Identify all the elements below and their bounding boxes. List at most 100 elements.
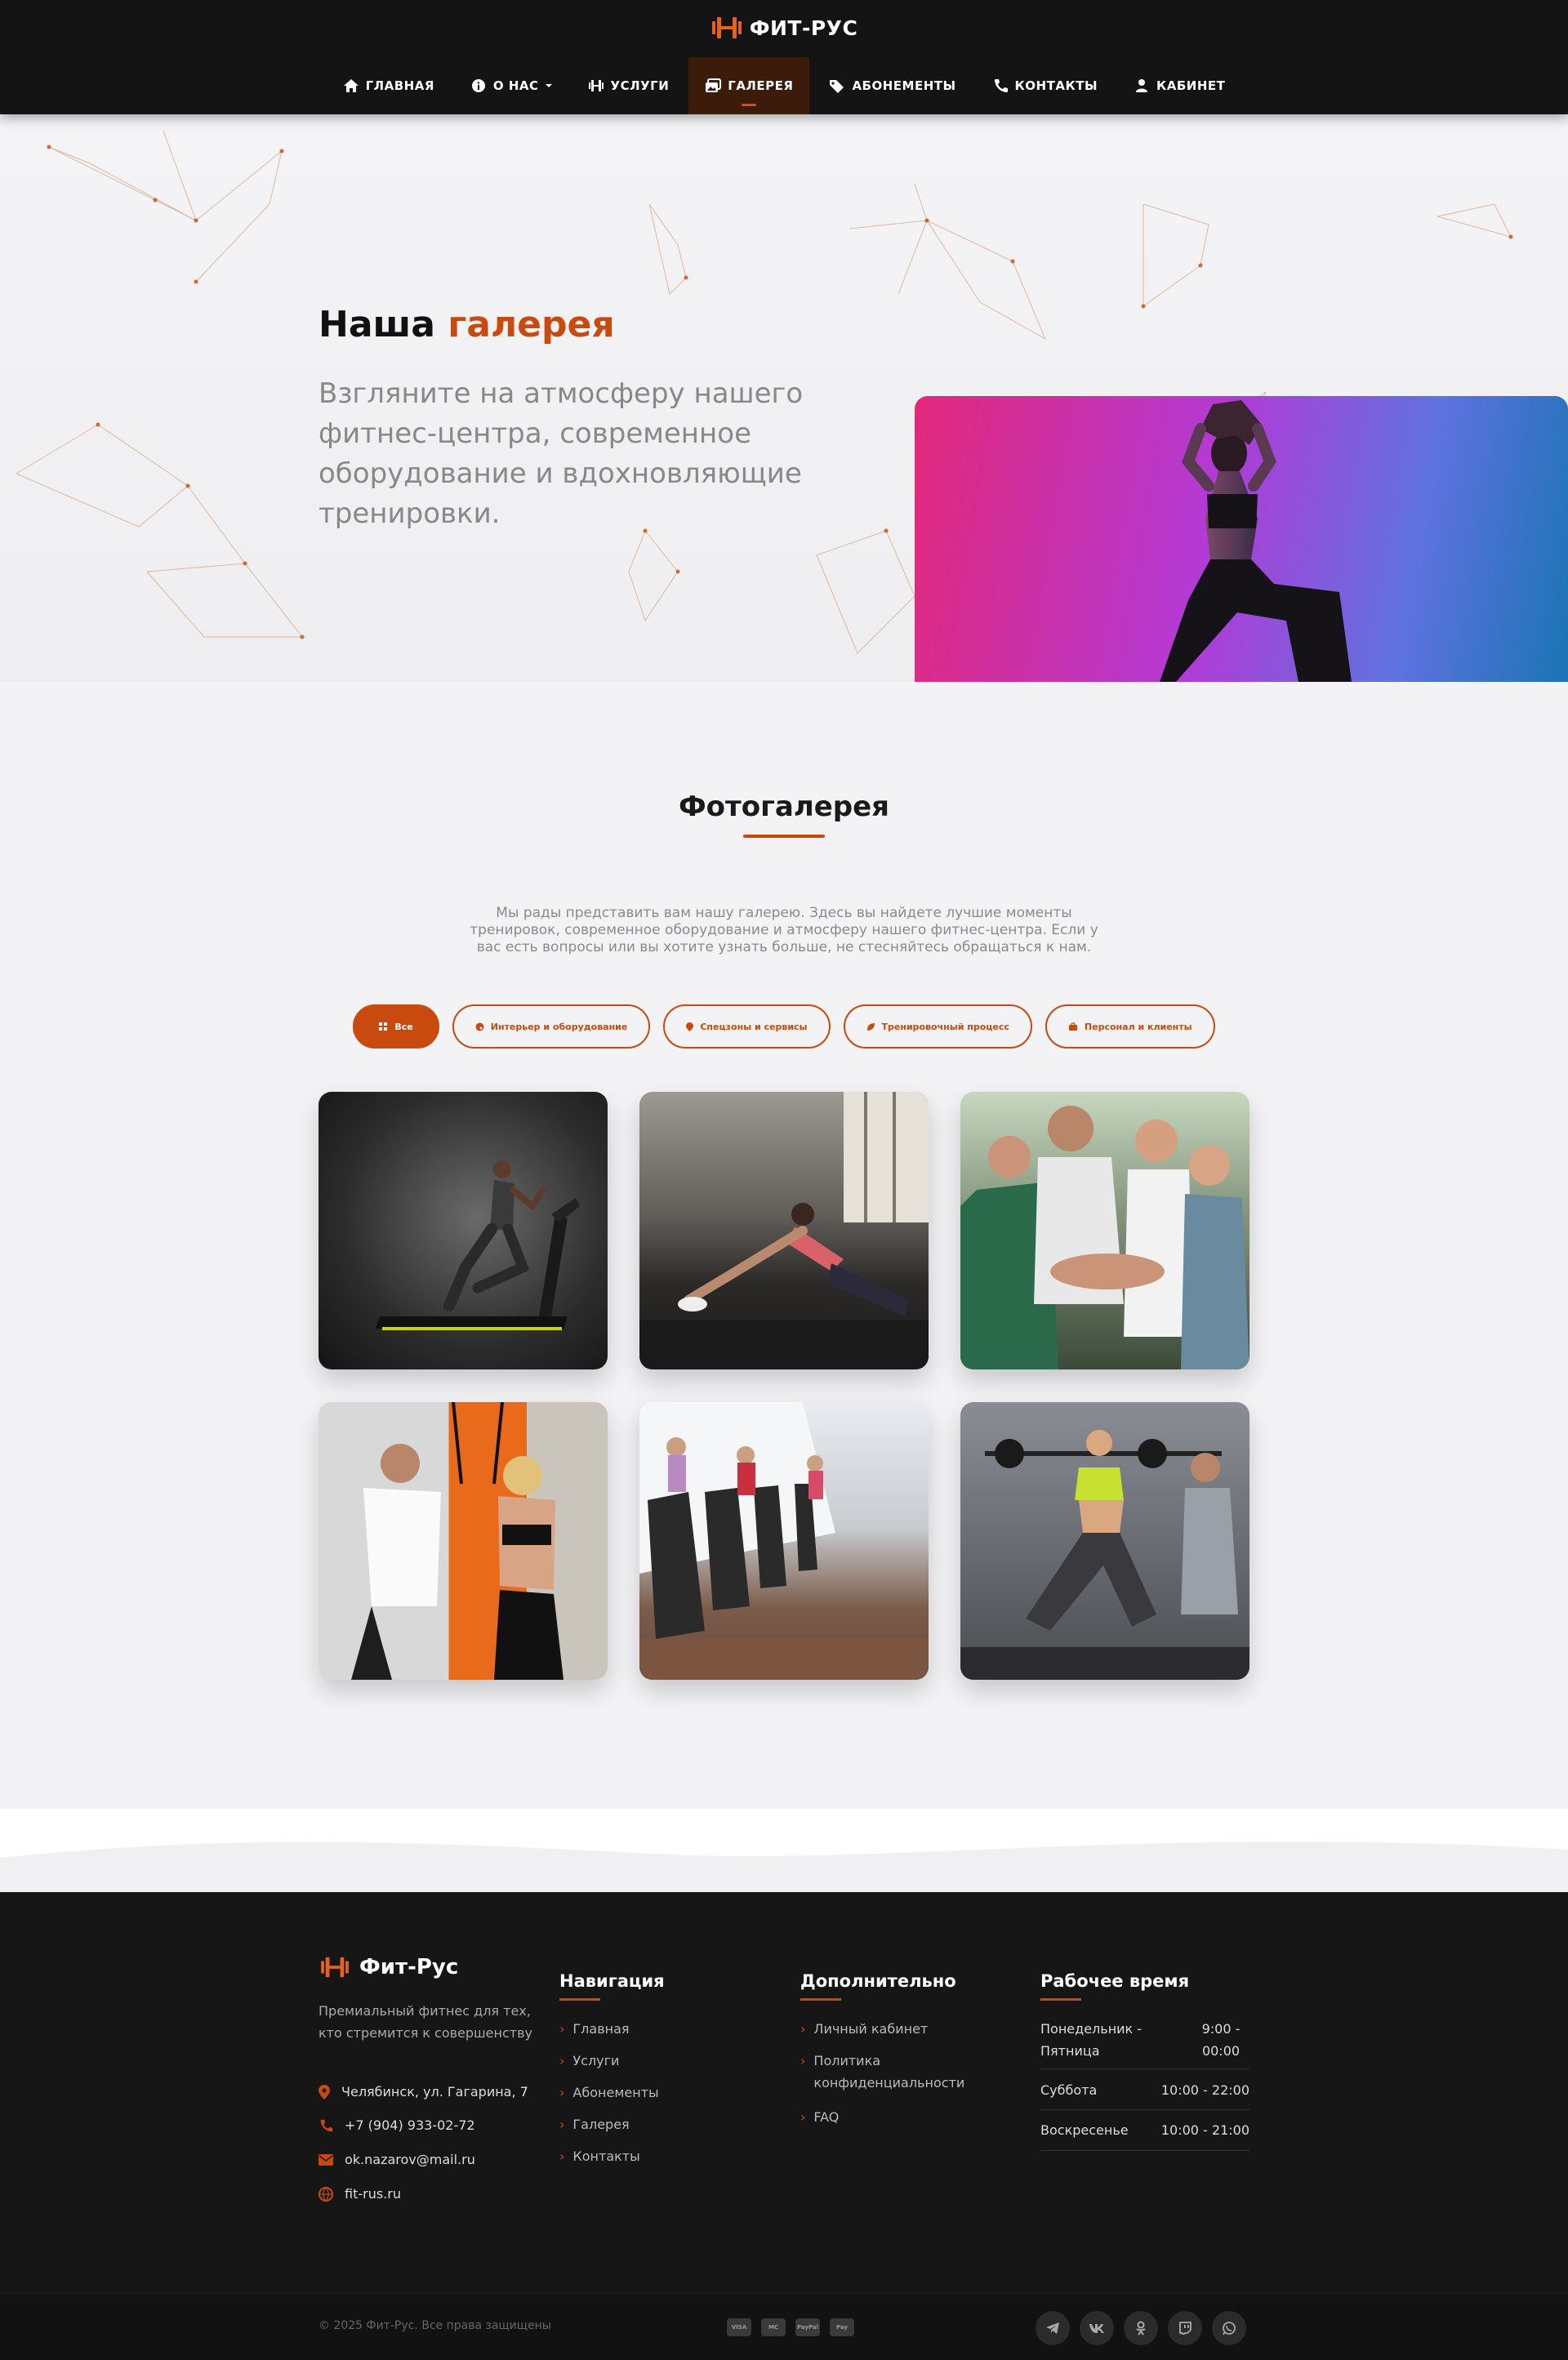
gallery-filters: Все Интерьер и оборудование Спецзоны и с… <box>0 1004 1568 1049</box>
hero-photo <box>915 396 1568 682</box>
filter-interior[interactable]: Интерьер и оборудование <box>452 1004 651 1049</box>
link-label: Контакты <box>572 2148 640 2164</box>
nav-item-services[interactable]: УСЛУГИ <box>572 57 686 114</box>
title-underline <box>743 835 825 838</box>
nav-item-account[interactable]: КАБИНЕТ <box>1117 57 1241 114</box>
contact-text: +7 (904) 933-02-72 <box>345 2117 475 2133</box>
gallery-photo[interactable] <box>639 1402 929 1680</box>
contact-text: Челябинск, ул. Гагарина, 7 <box>341 2084 528 2100</box>
filter-training[interactable]: Тренировочный процесс <box>843 1004 1032 1049</box>
hours-row: Суббота 10:00 - 22:00 <box>1040 2079 1250 2101</box>
grid-icon <box>379 1022 388 1031</box>
divider <box>1040 2068 1250 2069</box>
heading-underline <box>1040 1998 1081 2001</box>
images-icon <box>706 78 722 92</box>
footer-tagline: Премиальный фитнес для тех, кто стремитс… <box>318 2003 532 2041</box>
palette-icon <box>475 1022 484 1031</box>
footer-link[interactable]: › Услуги <box>559 2050 619 2072</box>
gallery-photo[interactable] <box>960 1092 1250 1369</box>
footer-link[interactable]: › Главная <box>559 2018 630 2040</box>
chevron-right-icon: › <box>559 2148 565 2164</box>
gallery-photo[interactable] <box>960 1402 1250 1680</box>
caret-down-icon <box>545 84 552 87</box>
site-footer: Фит-Рус Премиальный фитнес для тех, кто … <box>0 1892 1568 2360</box>
footer-link[interactable]: › Личный кабинет <box>800 2018 928 2040</box>
page-title: Наша галерея <box>318 304 615 345</box>
hero-subtitle: Взгляните на атмосферу нашего фитнес-цен… <box>318 377 804 530</box>
odnoklassniki-icon <box>1136 2321 1146 2336</box>
footer-hours-title: Рабочее время <box>1040 1971 1190 1991</box>
filter-staff-clients[interactable]: Персонал и клиенты <box>1045 1004 1215 1049</box>
telegram-link[interactable] <box>1036 2311 1070 2345</box>
nav-item-about[interactable]: О НАС <box>454 57 568 114</box>
heading-underline <box>800 1998 841 2001</box>
nav-label: ГЛАВНАЯ <box>365 78 434 93</box>
filter-special-zones[interactable]: Спецзоны и сервисы <box>663 1004 831 1049</box>
gallery-photo[interactable] <box>318 1092 608 1369</box>
contact-text: fit-rus.ru <box>345 2186 401 2202</box>
nav-item-gallery[interactable]: ГАЛЕРЕЯ <box>688 57 810 114</box>
site-logo[interactable]: ФИТ-РУС <box>0 11 1568 44</box>
envelope-icon <box>318 2153 333 2166</box>
hours-day: Суббота <box>1040 2082 1098 2098</box>
whatsapp-link[interactable] <box>1212 2311 1246 2345</box>
twitch-icon <box>1179 2322 1192 2335</box>
nav-item-contacts[interactable]: КОНТАКТЫ <box>976 57 1114 114</box>
odnoklassniki-link[interactable] <box>1124 2311 1158 2345</box>
filter-label: Персонал и клиенты <box>1084 1021 1192 1032</box>
people-icon <box>1068 1022 1077 1031</box>
contact-phone[interactable]: +7 (904) 933-02-72 <box>318 2117 475 2133</box>
hero-section: Наша галерея Взгляните на атмосферу наше… <box>0 114 1568 682</box>
dumbbell-icon <box>711 17 742 38</box>
contact-address: Челябинск, ул. Гагарина, 7 <box>318 2084 528 2100</box>
chevron-right-icon: › <box>559 2117 565 2132</box>
globe-icon <box>318 2186 333 2202</box>
trx-training-illustration <box>351 1402 564 1680</box>
whatsapp-icon <box>1223 2322 1236 2336</box>
nav-item-home[interactable]: ГЛАВНАЯ <box>327 57 451 114</box>
treadmill-runner-illustration <box>376 1160 580 1330</box>
twitch-link[interactable] <box>1168 2311 1202 2345</box>
title-accent: галерея <box>448 304 615 345</box>
nav-label: О НАС <box>492 78 539 93</box>
gallery-photo[interactable] <box>318 1402 608 1680</box>
wave-decoration <box>0 1841 1568 1892</box>
footer-link[interactable]: › Контакты <box>559 2145 640 2167</box>
hours-time: 10:00 - 21:00 <box>1160 2122 1250 2138</box>
gallery-photo[interactable] <box>639 1092 929 1369</box>
filter-label: Интерьер и оборудование <box>490 1021 628 1032</box>
leaf-icon <box>866 1022 875 1031</box>
hours-time: 9:00 - 00:00 <box>1201 2021 1241 2059</box>
footer-link[interactable]: › Абонементы <box>559 2082 659 2104</box>
stretching-woman-illustration <box>639 1092 929 1369</box>
footer-link[interactable]: › FAQ <box>800 2106 839 2128</box>
vk-link[interactable] <box>1080 2311 1114 2345</box>
filter-label: Все <box>394 1021 413 1032</box>
nav-item-subscriptions[interactable]: АБОНЕМЕНТЫ <box>813 57 972 114</box>
footer-logo[interactable]: Фит-Рус <box>318 1955 458 1979</box>
link-label: Главная <box>572 2021 630 2037</box>
contact-website[interactable]: fit-rus.ru <box>318 2186 401 2202</box>
filter-label: Спецзоны и сервисы <box>700 1021 808 1032</box>
group-hands-illustration <box>960 1106 1250 1369</box>
home-icon <box>343 79 359 92</box>
pin-icon <box>686 1022 694 1031</box>
gallery-description: Мы рады представить вам нашу галерею. Зд… <box>470 905 1098 955</box>
telegram-icon <box>1046 2322 1059 2334</box>
hours-day: Воскресенье <box>1040 2122 1129 2138</box>
apple-pay-icon: Pay <box>830 2318 854 2336</box>
footer-link[interactable]: › Политика конфиденциальности <box>800 2050 980 2094</box>
contact-email[interactable]: ok.nazarov@mail.ru <box>318 2152 475 2167</box>
tags-icon <box>830 80 844 93</box>
nav-label: ГАЛЕРЕЯ <box>728 78 794 93</box>
footer-link[interactable]: › Галерея <box>559 2113 630 2135</box>
divider <box>1040 2150 1250 2151</box>
filter-all[interactable]: Все <box>353 1004 439 1049</box>
nav-label: АБОНЕМЕНТЫ <box>852 78 956 93</box>
barbell-lunge-illustration <box>960 1430 1250 1680</box>
visa-icon: VISA <box>727 2318 751 2336</box>
info-icon <box>471 79 485 92</box>
main-nav: ГЛАВНАЯ О НАС УСЛУГИ ГАЛЕРЕЯ АБОНЕМЕНТЫ … <box>0 57 1568 114</box>
brand-name: ФИТ-РУС <box>749 16 858 40</box>
chevron-right-icon: › <box>800 2109 806 2125</box>
